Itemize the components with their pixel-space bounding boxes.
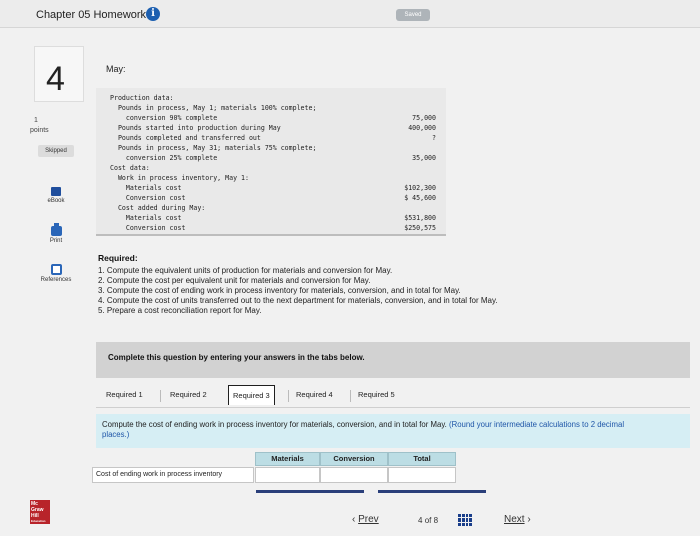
data-line-text: Cost data: <box>110 164 150 172</box>
tab-next-indicator <box>378 490 486 493</box>
tab-required-1[interactable]: Required 1 <box>102 388 147 401</box>
page-of: of <box>424 516 432 525</box>
data-line-value: 400,000 <box>408 124 436 132</box>
references-label: References <box>40 277 72 283</box>
data-line-value: $102,300 <box>404 184 436 192</box>
data-line-value: ? <box>432 134 436 142</box>
logo-line: Education <box>31 519 46 523</box>
tab-instruction: Compute the cost of ending work in proce… <box>102 420 642 439</box>
ebook-label: eBook <box>47 198 65 204</box>
printer-icon <box>50 223 62 236</box>
tab-divider <box>288 390 289 402</box>
question-grid-icon[interactable] <box>458 514 472 526</box>
references-tool[interactable]: References <box>28 264 84 283</box>
row-label-ending-wip: Cost of ending work in process inventory <box>92 467 254 483</box>
tab-prev-indicator <box>256 490 364 493</box>
required-item: 4. Compute the cost of units transferred… <box>98 296 498 305</box>
banner-text: Complete this question by entering your … <box>108 353 365 362</box>
total-input[interactable] <box>388 467 456 483</box>
conversion-input[interactable] <box>320 467 388 483</box>
materials-input[interactable] <box>255 467 320 483</box>
ebook-tool[interactable]: eBook <box>28 187 84 204</box>
data-line-text: conversion 25% complete <box>110 154 218 162</box>
data-line-value: 35,000 <box>412 154 436 162</box>
tab-required-3[interactable]: Required 3 <box>228 385 275 405</box>
skipped-status-badge: Skipped <box>38 145 74 157</box>
references-icon <box>50 264 62 275</box>
mcgraw-hill-logo: Mc Graw Hill Education <box>30 500 50 524</box>
prev-label: Prev <box>358 514 379 525</box>
instruction-main: Compute the cost of ending work in proce… <box>102 420 449 429</box>
tab-required-4[interactable]: Required 4 <box>292 388 337 401</box>
tab-instruction-box: Compute the cost of ending work in proce… <box>96 414 690 448</box>
next-label: Next <box>504 514 525 525</box>
page-total: 8 <box>433 516 439 525</box>
data-line-text: Materials cost <box>110 214 182 222</box>
points-label: points <box>30 127 49 134</box>
required-item: 2. Compute the cost per equivalent unit … <box>98 276 371 285</box>
print-tool[interactable]: Print <box>28 223 84 244</box>
data-line-text: Production data: <box>110 94 174 102</box>
data-line-text: Conversion cost <box>110 194 186 202</box>
print-label: Print <box>49 238 63 244</box>
prev-button[interactable]: ‹ Prev <box>352 514 379 525</box>
tab-divider <box>160 390 161 402</box>
tab-required-2[interactable]: Required 2 <box>166 388 211 401</box>
data-line-text: Pounds in process, May 31; materials 75%… <box>110 144 317 152</box>
data-line-text: Pounds in process, May 1; materials 100%… <box>110 104 317 112</box>
instructions-banner: Complete this question by entering your … <box>96 342 690 378</box>
points-value: 1 <box>34 117 38 124</box>
problem-intro: May: <box>106 64 126 74</box>
data-line-text: Cost added during May: <box>110 204 206 212</box>
required-item: 5. Prepare a cost reconciliation report … <box>98 306 262 315</box>
data-line-text: Work in process inventory, May 1: <box>110 174 249 182</box>
chevron-left-icon: ‹ <box>352 514 356 525</box>
required-item: 3. Compute the cost of ending work in pr… <box>98 286 461 295</box>
data-line-value: $531,800 <box>404 214 436 222</box>
data-line-text: Pounds started into production during Ma… <box>110 124 281 132</box>
required-heading: Required: <box>98 253 138 263</box>
chevron-right-icon: › <box>527 514 531 525</box>
tab-required-5[interactable]: Required 5 <box>354 388 399 401</box>
column-header-total: Total <box>388 452 456 466</box>
next-button[interactable]: Next › <box>504 514 531 525</box>
column-header-conversion: Conversion <box>320 452 388 466</box>
book-icon <box>51 187 61 196</box>
data-line-text: Conversion cost <box>110 224 186 232</box>
tab-divider <box>350 390 351 402</box>
data-line-value: $ 45,600 <box>404 194 436 202</box>
top-bar: Chapter 05 Homework i Saved <box>0 0 700 28</box>
data-line-text: conversion 90% complete <box>110 114 218 122</box>
required-item: 1. Compute the equivalent units of produ… <box>98 266 393 275</box>
production-data-panel: Production data: Pounds in process, May … <box>96 88 446 236</box>
page-current: 4 <box>418 516 423 525</box>
data-line-value: 75,000 <box>412 114 436 122</box>
assignment-title: Chapter 05 Homework <box>36 9 147 21</box>
page-indicator: 4 of 8 <box>418 516 438 525</box>
column-header-materials: Materials <box>255 452 320 466</box>
info-icon[interactable]: i <box>146 7 160 21</box>
required-tabs: Required 1 Required 2 Required 3 Require… <box>96 382 690 408</box>
data-line-value: $250,575 <box>404 224 436 232</box>
data-line-text: Pounds completed and transferred out <box>110 134 261 142</box>
question-number: 4 <box>46 60 65 98</box>
data-line-text: Materials cost <box>110 184 182 192</box>
saved-status-badge: Saved <box>396 9 430 21</box>
